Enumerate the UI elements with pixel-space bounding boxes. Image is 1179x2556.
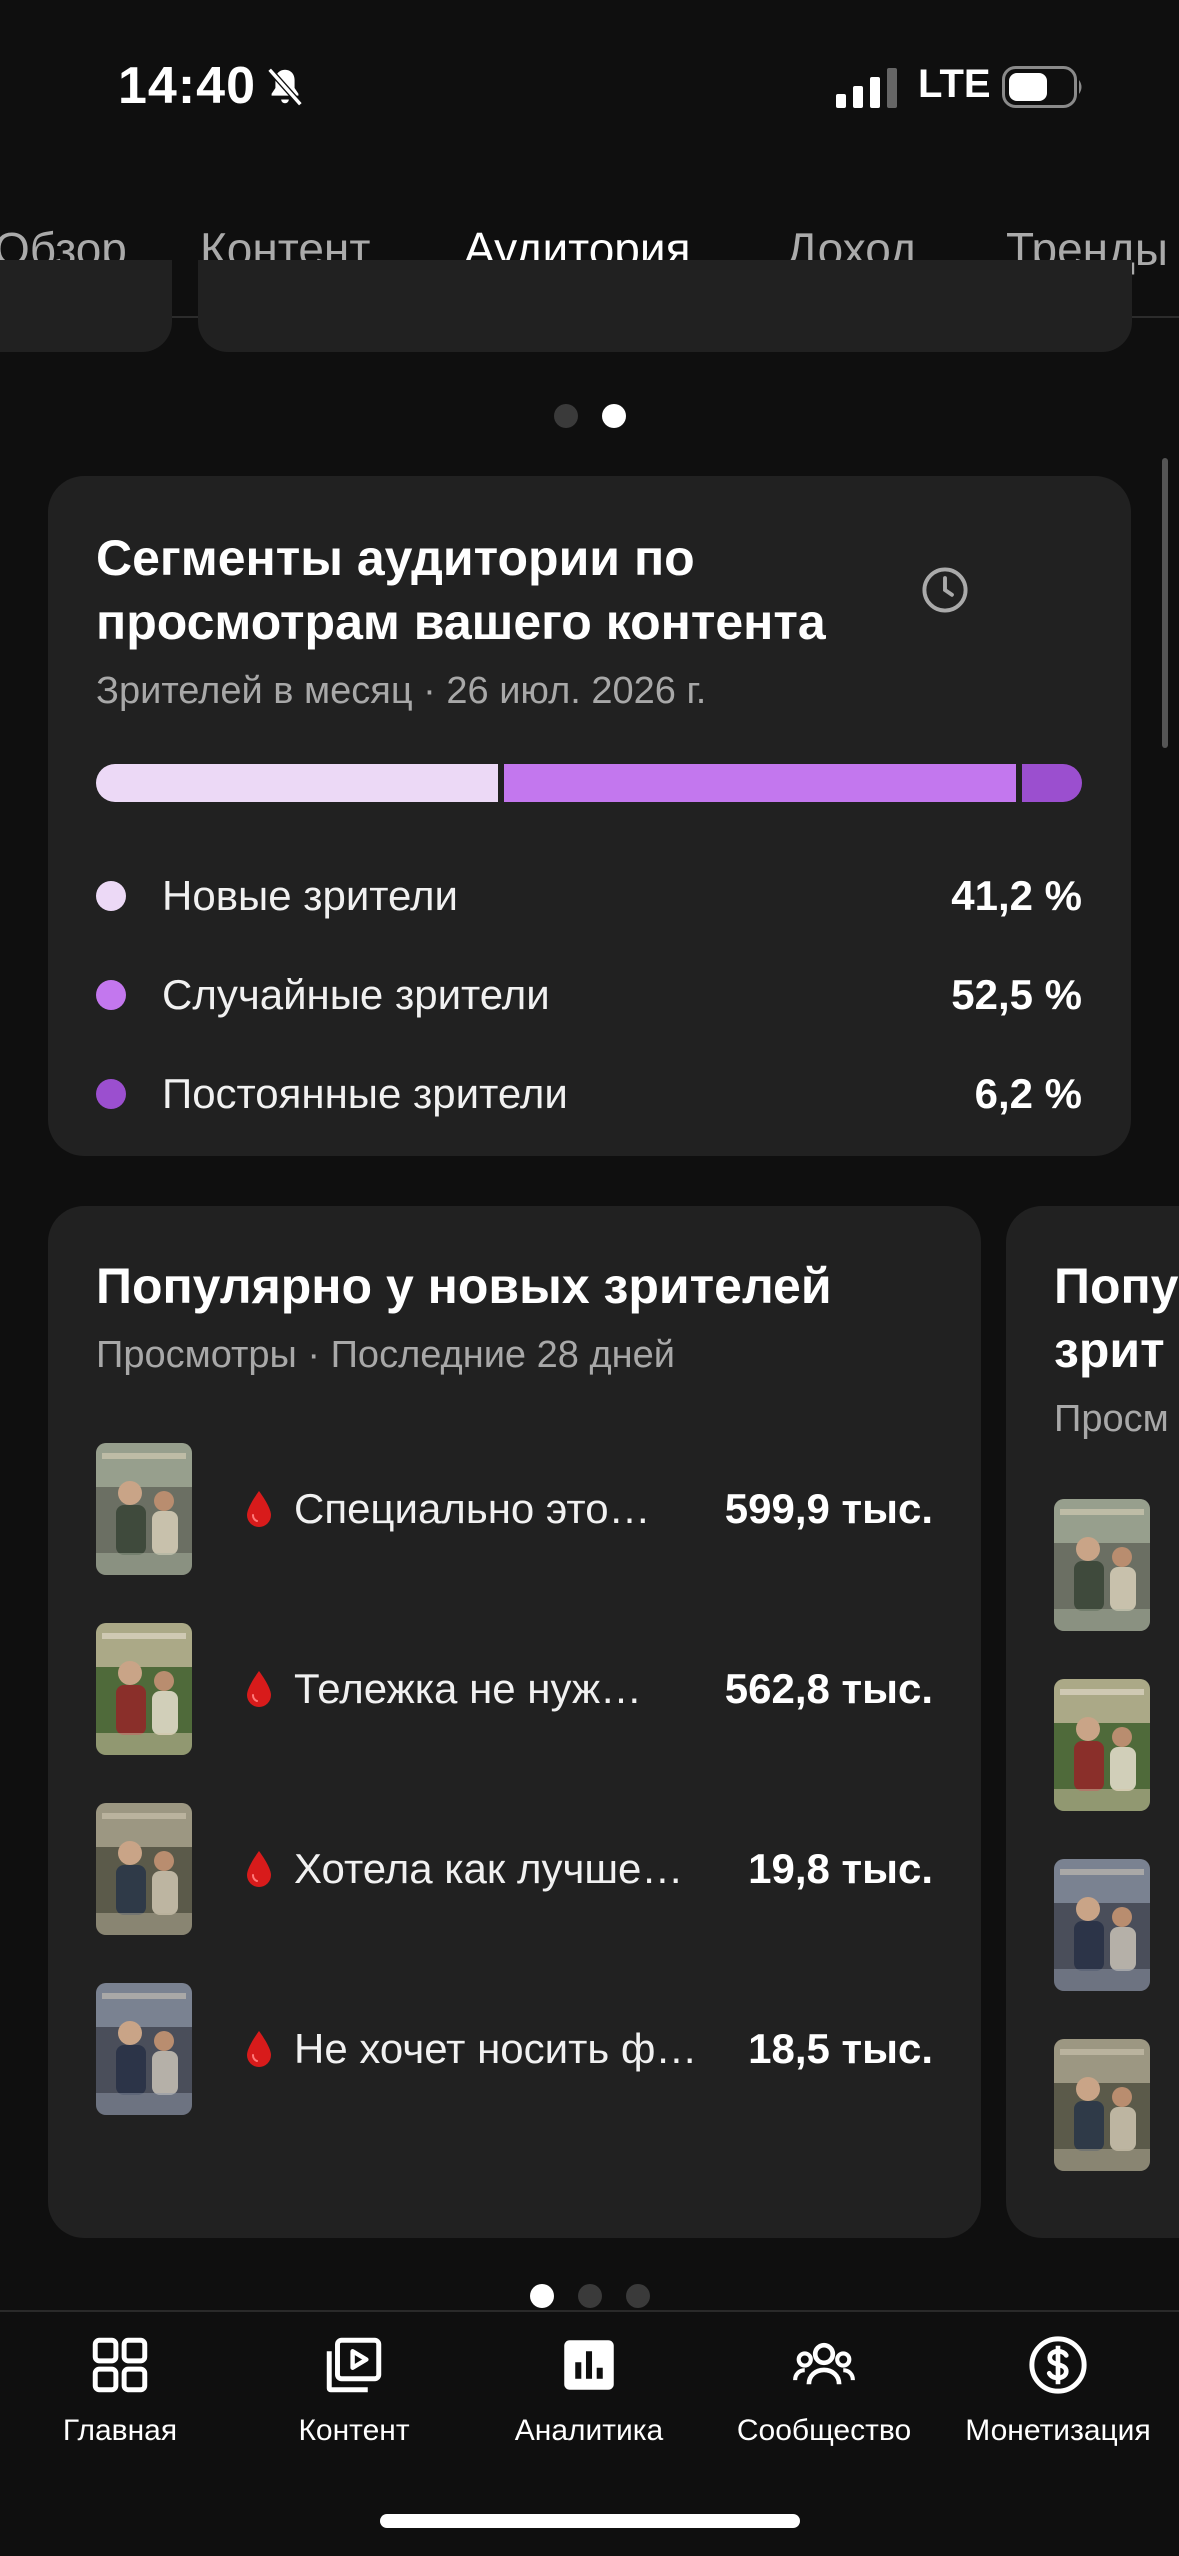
segments-legend: Новые зрители 41,2 % Случайные зрители 5…	[96, 846, 1082, 1143]
legend-label: Постоянные зрители	[162, 1069, 568, 1117]
video-thumbnail[interactable]	[96, 1803, 192, 1935]
nav-monetization[interactable]: Монетизация	[940, 2332, 1176, 2448]
audience-segments-card: Сегменты аудитории по просмотрам вашего …	[48, 476, 1131, 1156]
blood-drop-icon	[247, 1491, 271, 1527]
video-thumbnail[interactable]	[1054, 1679, 1150, 1811]
segment-regular-viewers	[1021, 764, 1082, 802]
video-thumbnail[interactable]	[1054, 2039, 1150, 2171]
video-thumbnail[interactable]	[96, 1983, 192, 2115]
legend-dot	[96, 1078, 126, 1109]
bell-slash-icon	[267, 67, 303, 107]
scrollbar[interactable]	[1162, 458, 1168, 748]
nav-home[interactable]: Главная	[2, 2332, 238, 2448]
nav-label: Монетизация	[965, 2414, 1151, 2447]
segment-new-viewers	[96, 764, 498, 802]
nav-label: Аналитика	[514, 2414, 664, 2447]
carousel-dot[interactable]	[554, 404, 578, 428]
card-title: Попу зрит	[1054, 1258, 1179, 1378]
video-row[interactable]: Тележка не нуж… 562,8 тыс.	[96, 1599, 933, 1779]
status-time: 14:40	[118, 57, 256, 115]
carousel-dot-active[interactable]	[530, 2284, 554, 2308]
analytics-bar-icon	[564, 2340, 614, 2390]
video-title: Тележка не нуж…	[294, 1665, 643, 1712]
card-title: Популярно у новых зрителей	[96, 1258, 832, 1314]
segment-casual-viewers	[503, 764, 1016, 802]
video-thumbnails	[1054, 1499, 1179, 2171]
carousel-dot[interactable]	[578, 2284, 602, 2308]
popular-card-partial[interactable]: Попу зрит Просм	[1006, 1206, 1179, 2238]
dollar-circle-icon	[1029, 2336, 1087, 2394]
card-subtitle: Зрителей в месяц · 26 июл. 2026 г.	[96, 670, 707, 712]
video-title: Специально это…	[294, 1485, 651, 1532]
carousel-card-partial[interactable]	[198, 260, 1132, 352]
cellular-signal-icon	[836, 68, 897, 108]
video-thumbnail[interactable]	[1054, 1859, 1150, 1991]
nav-content[interactable]: Контент	[236, 2332, 472, 2448]
video-views: 599,9 тыс.	[724, 1485, 933, 1532]
video-row[interactable]: Специально это… 599,9 тыс.	[96, 1419, 933, 1599]
video-views: 562,8 тыс.	[724, 1665, 933, 1712]
video-thumbnail[interactable]	[96, 1443, 192, 1575]
blood-drop-icon	[247, 1671, 271, 1707]
status-bar: 14:40 LTE	[0, 0, 1179, 170]
nav-label: Сообщество	[736, 2414, 912, 2447]
studio-analytics-screen: 14:40 LTE Обзор Контент Аудитория Доход …	[0, 0, 1179, 2556]
top-carousel-dots	[554, 404, 626, 428]
carousel-dot[interactable]	[626, 2284, 650, 2308]
video-title: Не хочет носить ф…	[294, 2025, 698, 2072]
blood-drop-icon	[247, 2031, 271, 2067]
video-row[interactable]: Хотела как лучше… 19,8 тыс.	[96, 1779, 933, 1959]
legend-value: 41,2 %	[951, 871, 1082, 919]
popular-new-viewers-card[interactable]: Популярно у новых зрителей Просмотры · П…	[48, 1206, 981, 2238]
card-subtitle: Просм	[1054, 1398, 1169, 1440]
legend-row: Новые зрители 41,2 %	[96, 846, 1082, 945]
legend-row: Постоянные зрители 6,2 %	[96, 1044, 1082, 1143]
community-people-icon	[793, 2342, 855, 2385]
video-views: 19,8 тыс.	[748, 1845, 933, 1892]
segments-stacked-bar	[96, 764, 1082, 802]
legend-label: Случайные зрители	[162, 970, 550, 1018]
nav-community[interactable]: Сообщество	[706, 2332, 942, 2448]
video-row[interactable]: Не хочет носить ф… 18,5 тыс.	[96, 1959, 933, 2139]
carousel-dot-active[interactable]	[602, 404, 626, 428]
video-thumbnail[interactable]	[1054, 1499, 1150, 1631]
dashboard-grid-icon	[92, 2337, 148, 2393]
legend-dot	[96, 979, 126, 1010]
home-indicator[interactable]	[380, 2514, 800, 2528]
video-title: Хотела как лучше…	[294, 1845, 684, 1892]
network-type: LTE	[918, 62, 991, 106]
nav-label: Главная	[62, 2414, 178, 2447]
carousel-card-partial[interactable]	[0, 260, 172, 352]
video-views: 18,5 тыс.	[748, 2025, 933, 2072]
history-icon[interactable]	[919, 564, 971, 616]
legend-value: 52,5 %	[951, 970, 1082, 1018]
nav-analytics[interactable]: Аналитика	[471, 2332, 707, 2448]
nav-label: Контент	[298, 2414, 410, 2447]
card-subtitle: Просмотры · Последние 28 дней	[96, 1334, 675, 1376]
legend-value: 6,2 %	[974, 1069, 1082, 1117]
video-thumbnail[interactable]	[96, 1623, 192, 1755]
blood-drop-icon	[247, 1851, 271, 1887]
bottom-carousel-dots	[530, 2284, 650, 2308]
video-library-icon	[326, 2337, 382, 2393]
legend-dot	[96, 880, 126, 911]
legend-label: Новые зрители	[162, 871, 458, 919]
legend-row: Случайные зрители 52,5 %	[96, 945, 1082, 1044]
battery-icon	[1002, 66, 1082, 108]
video-list: Специально это… 599,9 тыс. Тележка не нуж……	[96, 1419, 933, 2139]
